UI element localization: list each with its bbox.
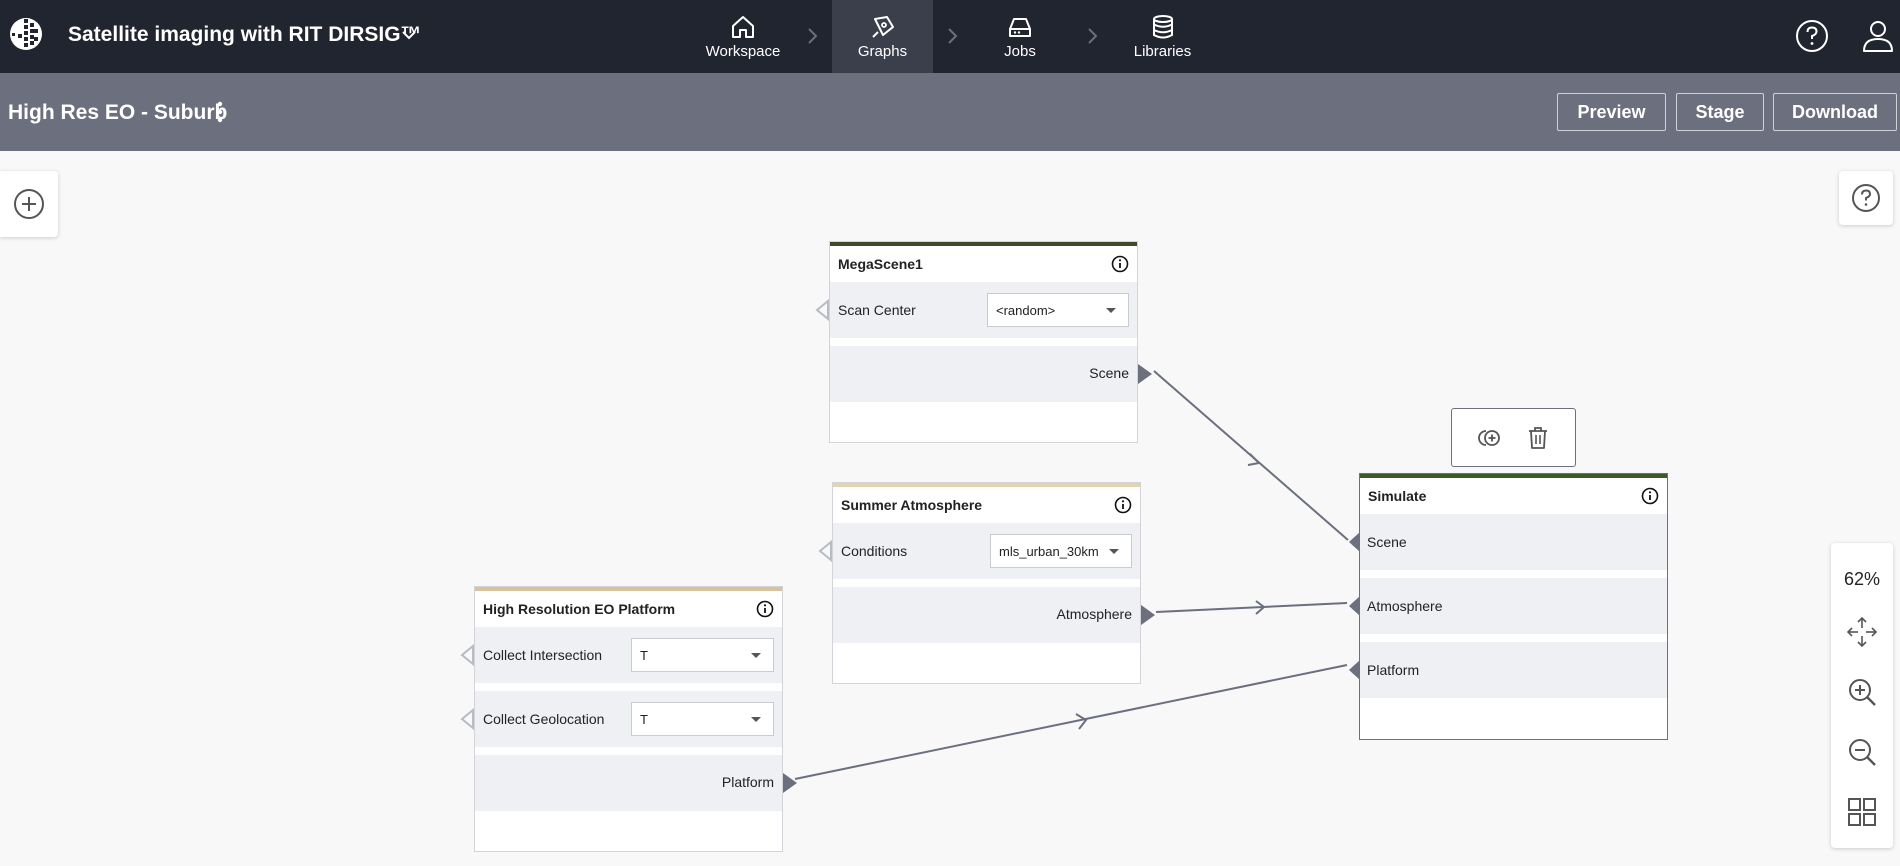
nav-jobs[interactable]: Jobs	[985, 0, 1055, 73]
input-row-conditions: Conditions mls_urban_30km	[818, 523, 1140, 579]
output-port[interactable]	[1137, 363, 1153, 385]
nav-workspace[interactable]: Workspace	[698, 0, 788, 73]
graph-title[interactable]: High Res EO - Suburb	[8, 101, 227, 125]
plus-circle-icon	[14, 189, 44, 219]
output-row-scene: Scene	[830, 346, 1152, 402]
select-value: <random>	[996, 302, 1056, 318]
input-port-connected[interactable]	[1348, 659, 1360, 681]
input-port[interactable]	[814, 299, 830, 321]
info-icon[interactable]	[1114, 496, 1132, 514]
add-node-button[interactable]	[0, 171, 58, 237]
nav-graphs-label: Graphs	[857, 43, 908, 60]
node-simulate[interactable]: Simulate Scene Atmosphere Platform	[1349, 473, 1668, 740]
help-icon	[1852, 184, 1880, 212]
node-title: Simulate	[1368, 488, 1427, 504]
node-title: Summer Atmosphere	[841, 497, 983, 513]
preview-button[interactable]: Preview	[1557, 93, 1666, 131]
database-icon	[1152, 15, 1173, 39]
nav-graphs[interactable]: Graphs	[832, 0, 933, 73]
scan-center-select[interactable]: <random>	[987, 293, 1129, 327]
app-title[interactable]: Satellite imaging with RIT DIRSIG™	[68, 23, 422, 47]
chevron-right-icon	[1088, 28, 1098, 44]
graph-header-bar: High Res EO - Suburb Preview Stage Downl…	[0, 73, 1900, 151]
chevron-right-icon	[948, 28, 958, 44]
input-row-scan-center: Scan Center <random>	[815, 282, 1137, 338]
select-value: T	[640, 647, 648, 663]
output-port[interactable]	[782, 772, 798, 794]
node-toolbar	[1451, 408, 1576, 467]
input-row-atmosphere: Atmosphere	[1349, 578, 1667, 634]
collect-intersection-select[interactable]: T	[631, 638, 774, 672]
zoom-out-icon[interactable]	[1846, 736, 1878, 768]
node-megascene[interactable]: MegaScene1 Scan Center <random> Scene	[815, 241, 1152, 443]
collect-geolocation-select[interactable]: T	[631, 702, 774, 736]
input-row-scene: Scene	[1349, 514, 1667, 570]
node-title: MegaScene1	[838, 256, 923, 272]
user-icon[interactable]	[1859, 17, 1897, 55]
input-port-connected[interactable]	[1348, 595, 1360, 617]
node-title: High Resolution EO Platform	[483, 601, 676, 617]
info-icon[interactable]	[756, 600, 774, 618]
zoom-level: 62%	[1843, 569, 1881, 589]
input-port[interactable]	[459, 708, 475, 730]
node-header[interactable]: MegaScene1	[830, 246, 1137, 282]
nav-libraries[interactable]: Libraries	[1125, 0, 1200, 73]
caret-down-icon	[1106, 308, 1116, 313]
top-navigation-bar: Satellite imaging with RIT DIRSIG™ Works…	[0, 0, 1900, 73]
output-row-platform: Platform	[475, 755, 797, 811]
chevron-right-icon	[808, 28, 818, 44]
more-options-icon[interactable]	[212, 98, 228, 126]
input-row-platform: Platform	[1349, 642, 1667, 698]
select-value: T	[640, 711, 648, 727]
input-label: Atmosphere	[1367, 598, 1443, 614]
output-row-atmosphere: Atmosphere	[833, 587, 1155, 643]
output-port[interactable]	[1140, 604, 1156, 626]
output-label: Platform	[721, 774, 774, 790]
chevron-down-icon[interactable]	[398, 24, 420, 46]
hard-drive-icon	[1009, 18, 1031, 37]
home-icon	[732, 16, 754, 38]
info-icon[interactable]	[1111, 255, 1129, 273]
conditions-select[interactable]: mls_urban_30km	[990, 534, 1132, 568]
input-port[interactable]	[817, 540, 833, 562]
output-label: Scene	[1089, 365, 1129, 381]
fit-to-view-icon[interactable]	[1846, 616, 1878, 648]
node-header[interactable]: High Resolution EO Platform	[475, 591, 782, 627]
help-icon[interactable]	[1793, 17, 1831, 55]
caret-down-icon	[1109, 549, 1119, 554]
output-label: Atmosphere	[1056, 606, 1132, 622]
input-port[interactable]	[459, 644, 475, 666]
app-logo-icon[interactable]	[8, 16, 44, 52]
node-header[interactable]: Summer Atmosphere	[833, 487, 1140, 523]
info-icon[interactable]	[1641, 487, 1659, 505]
trash-icon[interactable]	[1525, 425, 1551, 451]
input-label: Platform	[1367, 662, 1420, 678]
download-button[interactable]: Download	[1773, 93, 1897, 131]
caret-down-icon	[751, 717, 761, 722]
nav-workspace-label: Workspace	[705, 43, 781, 60]
caret-down-icon	[751, 653, 761, 658]
node-summer-atmosphere[interactable]: Summer Atmosphere Conditions mls_urban_3…	[818, 482, 1155, 684]
stage-button[interactable]: Stage	[1676, 93, 1764, 131]
grid-view-icon[interactable]	[1846, 796, 1878, 828]
duplicate-node-icon[interactable]	[1476, 425, 1502, 451]
input-row-collect-geolocation: Collect Geolocation T	[460, 691, 782, 747]
node-header[interactable]: Simulate	[1360, 478, 1667, 514]
nav-jobs-label: Jobs	[1004, 43, 1036, 60]
nav-libraries-label: Libraries	[1133, 43, 1192, 60]
zoom-in-icon[interactable]	[1846, 676, 1878, 708]
input-port-connected[interactable]	[1348, 531, 1360, 553]
input-label: Scene	[1367, 534, 1407, 550]
pen-nib-icon	[871, 16, 894, 38]
node-high-resolution-eo-platform[interactable]: High Resolution EO Platform Collect Inte…	[460, 586, 797, 852]
zoom-controls: 62%	[1831, 543, 1893, 848]
input-row-collect-intersection: Collect Intersection T	[460, 627, 782, 683]
canvas-help-button[interactable]	[1839, 171, 1893, 225]
select-value: mls_urban_30km	[999, 543, 1099, 559]
